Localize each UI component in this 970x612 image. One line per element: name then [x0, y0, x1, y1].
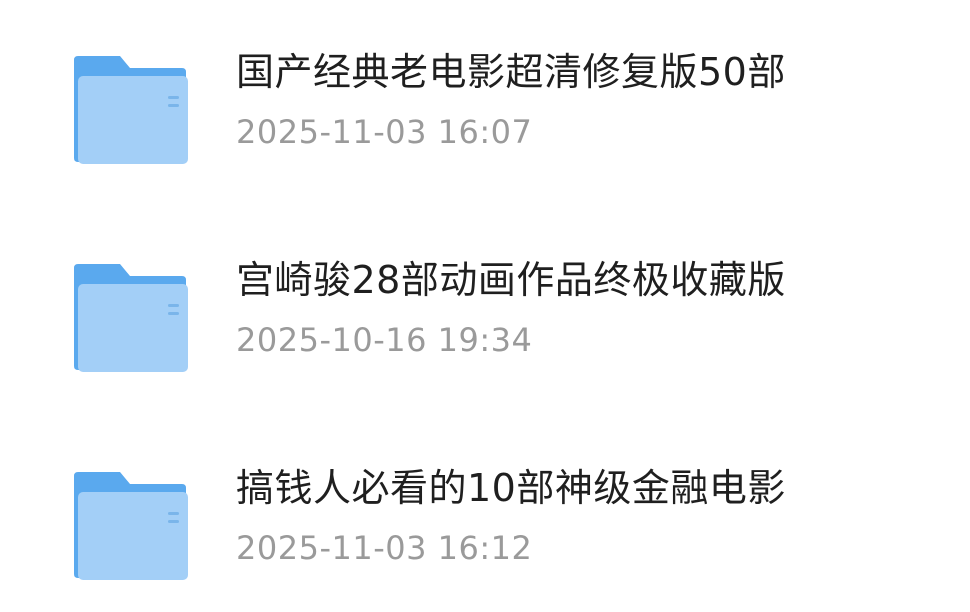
- file-date: 2025-11-03 16:07: [236, 113, 533, 151]
- file-list: 国产经典老电影超清修复版50部 2025-11-03 16:07 宫崎骏28部动…: [0, 0, 970, 601]
- list-item[interactable]: 搞钱人必看的10部神级金融电影 2025-11-03 16:12: [0, 462, 970, 612]
- file-name: 搞钱人必看的10部神级金融电影: [236, 466, 786, 510]
- folder-icon: [70, 262, 190, 372]
- list-item[interactable]: 国产经典老电影超清修复版50部 2025-11-03 16:07: [0, 46, 970, 196]
- file-date: 2025-10-16 19:34: [236, 321, 533, 359]
- file-name: 国产经典老电影超清修复版50部: [236, 50, 786, 94]
- list-item[interactable]: 宫崎骏28部动画作品终极收藏版 2025-10-16 19:34: [0, 254, 970, 404]
- folder-icon: [70, 470, 190, 580]
- file-date: 2025-11-03 16:12: [236, 529, 533, 567]
- folder-icon: [70, 54, 190, 164]
- file-name: 宫崎骏28部动画作品终极收藏版: [236, 258, 786, 302]
